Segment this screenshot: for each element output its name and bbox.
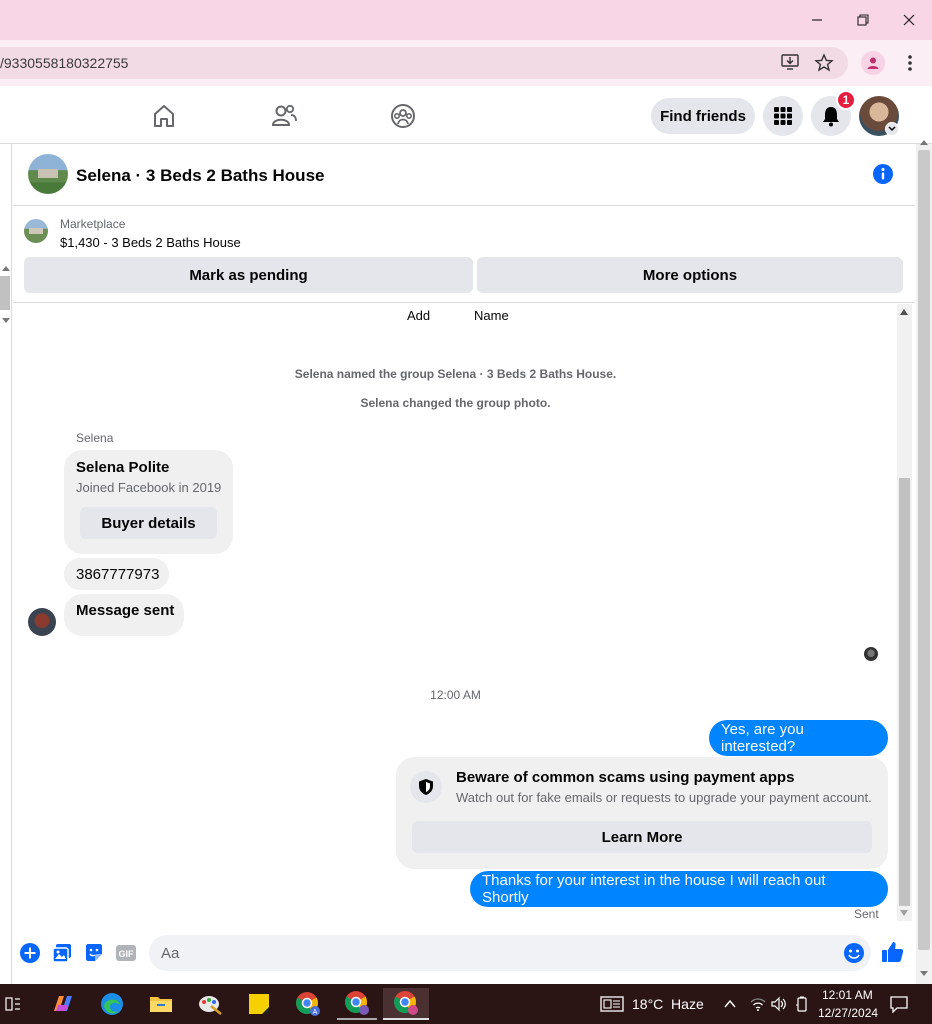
clock-date[interactable]: 12/27/2024 [818, 1006, 878, 1020]
facebook-top-nav: Find friends [0, 86, 932, 144]
shield-icon [410, 771, 442, 803]
profile-card-joined: Joined Facebook in 2019 [76, 480, 222, 495]
close-icon[interactable] [886, 5, 932, 35]
outgoing-message-bubble[interactable]: Thanks for your interest in the house I … [470, 871, 888, 907]
notification-count-badge: 1 [836, 90, 856, 110]
message-input-placeholder: Aa [161, 945, 180, 962]
more-options-button[interactable]: More options [477, 257, 903, 293]
edge-browser-icon[interactable] [92, 988, 132, 1020]
sender-name: Selena [76, 431, 114, 445]
scroll-down-icon[interactable] [900, 910, 908, 916]
task-view-icon[interactable] [0, 988, 26, 1020]
scroll-up-icon[interactable] [920, 140, 928, 145]
groups-icon[interactable] [383, 96, 423, 136]
chrome-profile-a-icon[interactable]: A [288, 988, 328, 1020]
chevron-down-icon[interactable] [885, 122, 899, 136]
listing-title-price[interactable]: $1,430 - 3 Beds 2 Baths House [60, 235, 241, 250]
learn-more-button[interactable]: Learn More [412, 821, 872, 853]
system-message: Selena named the group Selena · 3 Beds 2… [294, 367, 617, 381]
windows-taskbar: A 18°C Haze 12:01 AM 12/27/2024 [0, 984, 932, 1024]
message-composer: GIF Aa [13, 924, 915, 984]
bookmark-star-icon[interactable] [814, 53, 834, 73]
marketplace-listing-panel: Marketplace $1,430 - 3 Beds 2 Baths Hous… [13, 207, 915, 303]
sender-avatar[interactable] [28, 608, 56, 636]
friends-icon[interactable] [264, 96, 304, 136]
incoming-message-bubble[interactable]: 3867777973 [64, 558, 169, 590]
read-receipt-avatar [864, 647, 878, 661]
scroll-up-icon[interactable] [2, 266, 10, 271]
notification-center-icon[interactable] [890, 995, 908, 1014]
clock-time[interactable]: 12:01 AM [822, 988, 873, 1002]
message-status: Sent [854, 907, 879, 921]
gif-icon[interactable]: GIF [115, 942, 137, 964]
weather-text[interactable]: 18°C Haze [632, 996, 704, 1012]
thread-scrollbar-thumb[interactable] [899, 478, 910, 906]
svg-text:GIF: GIF [119, 949, 135, 959]
profile-card-name[interactable]: Selena Polite [76, 459, 169, 476]
scam-warning-card: Beware of common scams using payment app… [396, 757, 888, 869]
message-input[interactable]: Aa [149, 935, 871, 971]
svg-text:A: A [313, 1009, 318, 1016]
chat-title[interactable]: Selena · 3 Beds 2 Baths House [76, 166, 324, 186]
paint-app-icon[interactable] [190, 988, 230, 1020]
warning-body: Watch out for fake emails or requests to… [456, 790, 872, 805]
battery-icon[interactable] [795, 996, 809, 1012]
home-icon[interactable] [144, 96, 184, 136]
chat-header: Selena · 3 Beds 2 Baths House [13, 144, 915, 206]
system-message: Selena changed the group photo. [360, 396, 551, 410]
url-text[interactable]: /9330558180322755 [0, 55, 128, 71]
left-scrollbar-thumb[interactable] [0, 276, 10, 310]
name-group-link[interactable]: Name [474, 308, 509, 323]
page-scrollbar-thumb[interactable] [918, 150, 930, 950]
left-panel-edge [0, 144, 12, 984]
browser-profile-icon[interactable] [861, 51, 885, 75]
menu-grid-icon[interactable] [763, 96, 803, 136]
plus-circle-icon[interactable] [19, 942, 41, 964]
like-thumb-icon[interactable] [881, 940, 905, 964]
restore-icon[interactable] [840, 5, 886, 35]
find-friends-button[interactable]: Find friends [651, 98, 755, 134]
chrome-profile-b-icon[interactable] [337, 988, 377, 1020]
message-thread: Add Name Selena named the group Selena ·… [13, 304, 915, 924]
weather-news-icon[interactable] [600, 995, 624, 1013]
mark-as-pending-button[interactable]: Mark as pending [24, 257, 473, 293]
url-field[interactable]: /9330558180322755 [0, 47, 848, 79]
emoji-icon[interactable] [843, 942, 865, 964]
chevron-up-icon[interactable] [723, 997, 737, 1011]
install-app-icon[interactable] [781, 53, 803, 73]
sticky-notes-icon[interactable] [239, 988, 279, 1020]
buyer-details-button[interactable]: Buyer details [80, 507, 217, 539]
outgoing-message-bubble[interactable]: Yes, are you interested? [709, 720, 888, 756]
sticker-icon[interactable] [83, 942, 105, 964]
photo-icon[interactable] [51, 942, 73, 964]
scroll-up-icon[interactable] [900, 309, 908, 315]
info-icon[interactable] [873, 164, 893, 184]
wifi-icon[interactable] [750, 996, 766, 1012]
listing-thumbnail[interactable] [24, 219, 48, 243]
browser-menu-icon[interactable] [902, 53, 918, 73]
file-explorer-icon[interactable] [141, 988, 181, 1020]
marketplace-label: Marketplace [60, 217, 126, 231]
incoming-message-bubble[interactable]: Message sent [64, 594, 184, 636]
scroll-down-icon[interactable] [2, 318, 10, 323]
volume-icon[interactable] [771, 996, 787, 1012]
warning-title: Beware of common scams using payment app… [456, 769, 795, 786]
group-photo[interactable] [28, 154, 68, 194]
minimize-icon[interactable] [794, 5, 840, 35]
address-bar: /9330558180322755 [0, 40, 932, 86]
add-member-link[interactable]: Add [407, 308, 430, 323]
profile-card-bubble: Selena Polite Joined Facebook in 2019 Bu… [64, 450, 233, 554]
browser-title-bar [0, 0, 932, 40]
chrome-active-window-icon[interactable] [383, 988, 429, 1020]
copilot-icon[interactable] [43, 988, 83, 1020]
message-timestamp: 12:00 AM [430, 688, 481, 702]
scroll-down-icon[interactable] [920, 971, 928, 976]
